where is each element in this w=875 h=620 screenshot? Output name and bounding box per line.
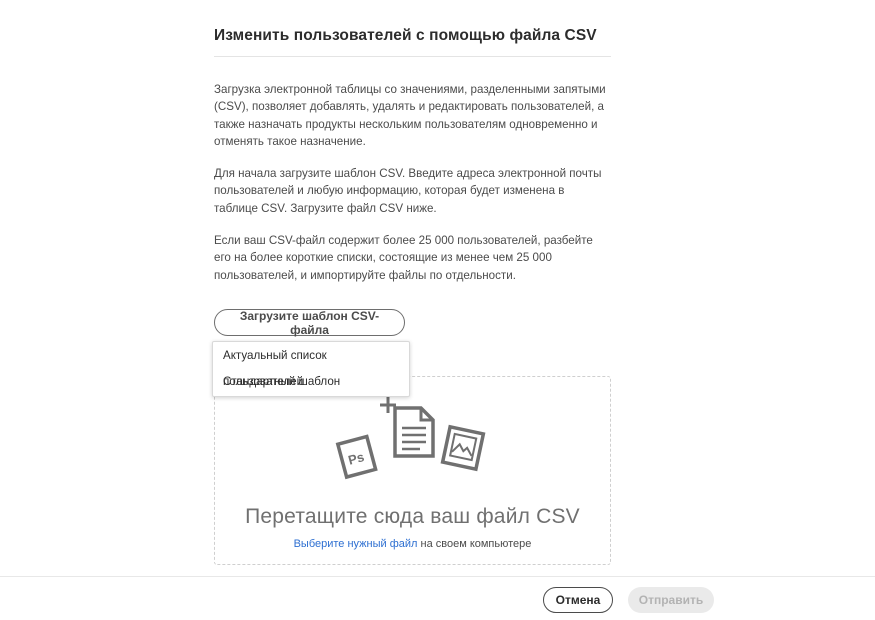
add-document-icon: [380, 397, 435, 458]
submit-button[interactable]: Отправить: [628, 587, 714, 613]
download-template-button[interactable]: Загрузите шаблон CSV-файла: [214, 309, 405, 337]
image-file-icon: [440, 424, 486, 472]
dropzone-title: Перетащите сюда ваш файл CSV: [245, 505, 580, 528]
edit-users-csv-dialog: Изменить пользователей с помощью файла C…: [214, 0, 611, 575]
dropzone-subtitle-suffix: на своем компьютере: [417, 538, 532, 550]
menu-item-current-users[interactable]: Актуальный список пользователей: [213, 343, 409, 388]
dropzone-illustration: Ps: [335, 397, 486, 480]
template-dropdown-menu: Актуальный список пользователей Стандарт…: [212, 341, 410, 397]
footer-divider: [0, 576, 875, 577]
dropzone-subtitle: Выберите нужный файл на своем компьютере: [215, 538, 610, 550]
csv-dropzone[interactable]: Ps Перетащите сюда ваш файл CSV Выберите…: [214, 376, 611, 565]
title-divider: [214, 56, 611, 57]
dialog-title: Изменить пользователей с помощью файла C…: [214, 27, 597, 44]
menu-item-standard-template[interactable]: Стандартный шаблон: [213, 369, 409, 395]
photoshop-file-icon: Ps: [335, 434, 378, 480]
cancel-button[interactable]: Отмена: [543, 587, 613, 613]
intro-paragraph: Загрузка электронной таблицы со значения…: [214, 83, 606, 148]
instructions-paragraph: Для начала загрузите шаблон CSV. Введите…: [214, 167, 602, 215]
choose-file-link[interactable]: Выберите нужный файл: [294, 538, 418, 550]
limit-paragraph: Если ваш CSV-файл содержит более 25 000 …: [214, 234, 593, 282]
